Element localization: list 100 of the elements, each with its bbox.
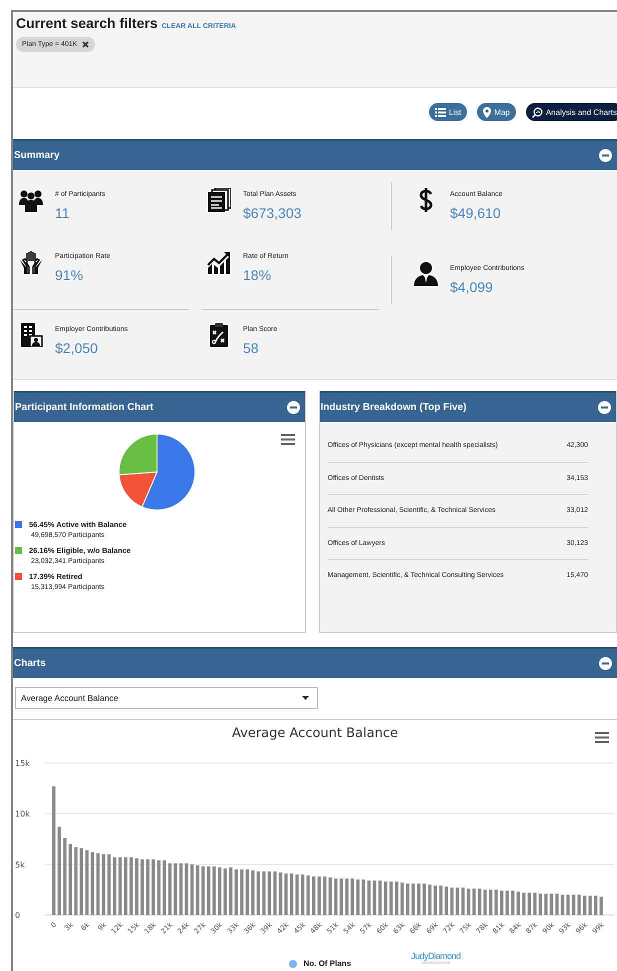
bar — [102, 854, 106, 915]
bar — [251, 870, 254, 915]
bar — [362, 880, 366, 915]
bar — [422, 884, 426, 915]
y-tick-label: 0 — [15, 911, 20, 920]
caret-icon — [302, 696, 309, 700]
bar — [124, 857, 128, 915]
panel-title: Summary — [14, 150, 60, 161]
collapse-icon[interactable] — [599, 149, 612, 162]
bar — [162, 860, 166, 915]
bar — [566, 894, 570, 915]
stat-value: 91% — [55, 267, 84, 283]
bar — [284, 873, 288, 915]
bar — [268, 871, 272, 915]
bar — [312, 876, 316, 915]
bar — [212, 866, 216, 915]
bar — [472, 888, 476, 915]
bar — [516, 892, 520, 915]
bar — [118, 857, 122, 915]
bar — [345, 878, 349, 915]
bar — [130, 857, 133, 915]
bar — [96, 853, 100, 915]
bar — [229, 867, 232, 915]
growth-chart-icon — [207, 250, 231, 274]
bar — [152, 859, 155, 915]
bar — [350, 878, 354, 915]
bar — [538, 894, 542, 915]
view-button[interactable]: Map — [477, 103, 516, 121]
stat-value: 18% — [243, 267, 272, 283]
bar — [544, 894, 548, 915]
chart-select[interactable]: Average Account Balance — [15, 687, 318, 709]
panel-title: Industry Breakdown (Top Five) — [320, 402, 466, 413]
bar — [367, 880, 371, 915]
bar — [90, 852, 94, 915]
bar — [201, 866, 205, 915]
bar — [582, 896, 586, 915]
bar — [600, 896, 603, 915]
y-tick-label: 15k — [15, 759, 30, 768]
bar — [494, 890, 498, 915]
view-button[interactable]: List — [428, 103, 468, 121]
panel-title: Participant Information Chart — [15, 402, 154, 413]
bar — [85, 850, 89, 915]
bar — [68, 844, 72, 915]
bar — [439, 886, 443, 915]
bar — [372, 880, 376, 915]
bar — [522, 892, 526, 915]
remove-icon[interactable] — [82, 41, 90, 48]
bar — [572, 894, 576, 915]
bar — [555, 894, 559, 915]
bar — [224, 868, 227, 915]
bar — [146, 859, 150, 915]
filters-title: Current search filters — [16, 15, 158, 31]
bar — [528, 892, 531, 915]
bar — [80, 848, 84, 915]
collapse-icon[interactable] — [598, 401, 611, 414]
legend-label[interactable]: No. Of Plans — [303, 959, 352, 968]
people-icon — [19, 188, 43, 212]
bar — [112, 857, 116, 915]
collapse-icon[interactable] — [599, 657, 612, 670]
bar — [196, 865, 200, 915]
bar — [240, 869, 244, 915]
bar — [466, 888, 470, 915]
stat-value: 58 — [243, 340, 260, 356]
collapse-icon[interactable] — [286, 401, 300, 414]
bar — [334, 878, 338, 915]
view-button[interactable]: Analysis and Charts — [526, 103, 617, 121]
bar — [278, 872, 282, 915]
bar — [550, 894, 554, 915]
bar — [428, 884, 432, 915]
bar — [306, 875, 310, 915]
stat-value: $4,099 — [450, 279, 494, 295]
bar — [107, 854, 111, 915]
bar — [74, 847, 78, 915]
bar — [400, 882, 404, 915]
bar — [488, 890, 492, 915]
building-badge-icon — [19, 323, 43, 347]
bar — [412, 884, 415, 915]
credit-logo: JudyDiamond — [411, 951, 461, 961]
bar — [378, 880, 382, 915]
bar — [184, 863, 188, 915]
bar — [588, 896, 592, 915]
bar — [290, 873, 294, 915]
bar — [478, 888, 482, 915]
bar — [450, 888, 454, 915]
bar — [246, 869, 249, 915]
bar — [356, 880, 360, 915]
person-icon — [414, 262, 438, 286]
bar — [340, 878, 343, 915]
bar — [533, 892, 537, 915]
chart-title: Average Account Balance — [231, 725, 399, 741]
menu-icon[interactable] — [280, 434, 295, 445]
bar — [234, 869, 238, 915]
y-tick-label: 10k — [15, 810, 30, 819]
list-icon — [434, 108, 446, 116]
bar — [394, 882, 398, 915]
bar — [389, 882, 393, 915]
bar — [461, 888, 465, 915]
bar — [318, 876, 321, 915]
menu-icon[interactable] — [595, 732, 609, 743]
bar — [157, 860, 160, 915]
